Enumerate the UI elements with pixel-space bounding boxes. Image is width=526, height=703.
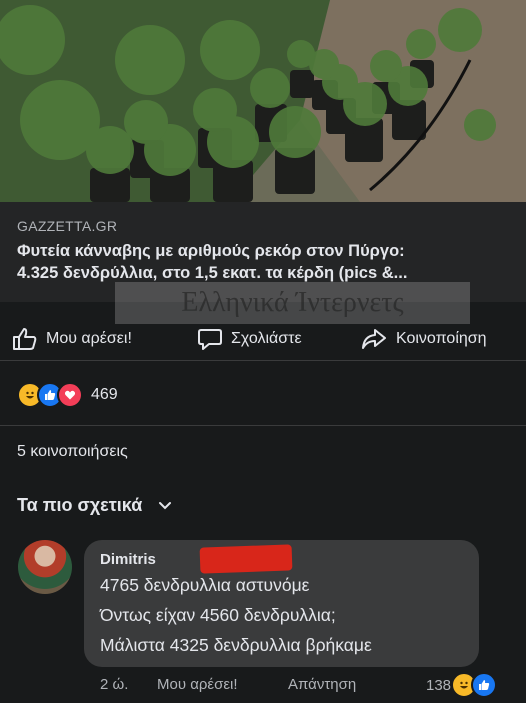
share-button[interactable]: Κοινοποίηση: [360, 326, 487, 352]
comment-sort-dropdown[interactable]: Τα πιο σχετικά: [17, 495, 172, 516]
reactions-count: 469: [91, 386, 118, 403]
comment-text-line-1: 4765 δενδρυλλια αστυνόμε: [100, 575, 310, 595]
comment-like-link[interactable]: Μου αρέσει!: [157, 676, 238, 693]
comment-button[interactable]: Σχολιάστε: [197, 326, 302, 352]
comment-text-line-3: Μάλιστα 4325 δενδρυλλια βρήκαμε: [100, 635, 372, 655]
reactions-summary[interactable]: 469: [17, 382, 118, 408]
headline-line-1: Φυτεία κάνναβης με αριθμούς ρεκόρ στον Π…: [17, 242, 405, 260]
redaction-mark: [199, 544, 293, 574]
post-action-bar: Μου αρέσει! Σχολιάστε Κοινοποίηση: [0, 318, 526, 361]
comment-author[interactable]: Dimitris: [100, 551, 156, 568]
comment-label: Σχολιάστε: [231, 330, 302, 347]
love-icon: [57, 382, 83, 408]
comment-reaction-count: 138: [426, 676, 452, 694]
like-icon: [471, 672, 498, 698]
like-label: Μου αρέσει!: [46, 330, 132, 347]
link-preview-image[interactable]: [0, 0, 526, 202]
plants-photo: [0, 0, 526, 202]
shares-count[interactable]: 5 κοινοποιήσεις: [17, 443, 128, 461]
sort-label: Τα πιο σχετικά: [17, 495, 143, 515]
comment-reply-link[interactable]: Απάντηση: [288, 676, 356, 693]
comment-timestamp[interactable]: 2 ώ.: [100, 676, 128, 693]
comment-icon: [198, 329, 222, 350]
chevron-down-icon: [159, 501, 172, 509]
comment-reactions[interactable]: 138: [426, 672, 498, 698]
thumbs-up-icon: [13, 328, 37, 350]
share-label: Κοινοποίηση: [396, 330, 487, 347]
comment-text-line-2: Όντως είχαν 4560 δενδρυλλια;: [100, 605, 336, 625]
link-headline[interactable]: Φυτεία κάνναβης με αριθμούς ρεκόρ στον Π…: [17, 240, 512, 284]
share-arrow-icon: [362, 329, 386, 349]
avatar[interactable]: [18, 540, 72, 594]
headline-line-2: 4.325 δενδρύλλια, στο 1,5 εκατ. τα κέρδη…: [17, 264, 408, 282]
divider: [0, 425, 526, 426]
like-button[interactable]: Μου αρέσει!: [12, 326, 132, 352]
link-domain: GAZZETTA.GR: [17, 218, 118, 234]
